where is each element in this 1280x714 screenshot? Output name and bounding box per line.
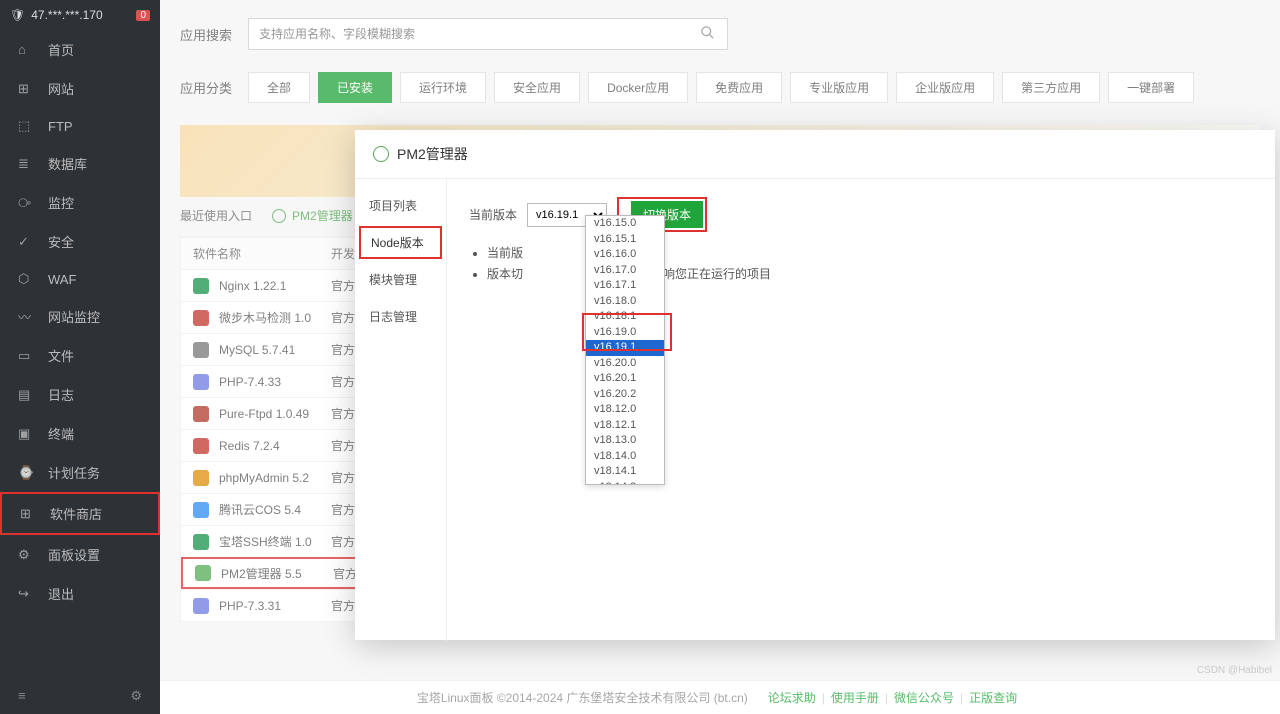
pm2-modal: PM2管理器 项目列表Node版本模块管理日志管理 当前版本 v16.19.1 … bbox=[355, 130, 1275, 640]
sidebar-item-2[interactable]: ⬚FTP bbox=[0, 108, 160, 144]
sidebar-item-13[interactable]: ⚙面板设置 bbox=[0, 535, 160, 574]
sidebar-icon: ⬡ bbox=[18, 271, 34, 287]
version-option[interactable]: v18.12.0 bbox=[586, 402, 664, 418]
version-option[interactable]: v18.14.1 bbox=[586, 464, 664, 480]
sidebar-icon: ⚙ bbox=[18, 547, 34, 563]
version-option[interactable]: v16.18.0 bbox=[586, 294, 664, 310]
sidebar-item-6[interactable]: ⬡WAF bbox=[0, 261, 160, 297]
sidebar-item-4[interactable]: ⧂监控 bbox=[0, 183, 160, 222]
pm2-icon bbox=[373, 146, 389, 162]
version-option[interactable]: v18.13.0 bbox=[586, 433, 664, 449]
collapse-icon[interactable]: ≡ bbox=[18, 688, 26, 704]
version-option[interactable]: v18.14.0 bbox=[586, 449, 664, 465]
modal-nav-2[interactable]: 模块管理 bbox=[355, 261, 446, 298]
version-option[interactable]: v18.12.1 bbox=[586, 418, 664, 434]
sidebar-icon: ⌚ bbox=[18, 465, 34, 481]
sidebar-item-0[interactable]: ⌂首页 bbox=[0, 30, 160, 69]
sidebar-item-3[interactable]: ≣数据库 bbox=[0, 144, 160, 183]
sidebar-item-7[interactable]: 〰网站监控 bbox=[0, 297, 160, 336]
current-version-label: 当前版本 bbox=[469, 206, 527, 223]
sidebar-icon: ⊞ bbox=[20, 506, 36, 522]
sidebar-item-14[interactable]: ↪退出 bbox=[0, 574, 160, 613]
sidebar-icon: ✓ bbox=[18, 234, 34, 250]
version-option[interactable]: v16.19.1 bbox=[586, 340, 664, 356]
modal-nav-1[interactable]: Node版本 bbox=[359, 226, 442, 259]
version-option[interactable]: v16.20.2 bbox=[586, 387, 664, 403]
version-option[interactable]: v18.14.2 bbox=[586, 480, 664, 486]
sidebar-icon: 〰 bbox=[18, 307, 34, 326]
sidebar-icon: ⌂ bbox=[18, 42, 34, 57]
sidebar-item-11[interactable]: ⌚计划任务 bbox=[0, 453, 160, 492]
sidebar-icon: ⊞ bbox=[18, 81, 34, 97]
host-ip: 47.***.***.170 bbox=[31, 8, 102, 22]
modal-nav-0[interactable]: 项目列表 bbox=[355, 187, 446, 224]
modal-nav-3[interactable]: 日志管理 bbox=[355, 298, 446, 335]
sidebar: 🛡 47.***.***.170 0 ⌂首页⊞网站⬚FTP≣数据库⧂监控✓安全⬡… bbox=[0, 0, 160, 714]
notification-badge[interactable]: 0 bbox=[136, 10, 150, 21]
sidebar-item-5[interactable]: ✓安全 bbox=[0, 222, 160, 261]
sidebar-item-10[interactable]: ▣终端 bbox=[0, 414, 160, 453]
version-option[interactable]: v16.20.1 bbox=[586, 371, 664, 387]
version-dropdown-list[interactable]: v16.15.0v16.15.1v16.16.0v16.17.0v16.17.1… bbox=[585, 215, 665, 485]
sidebar-item-9[interactable]: ▤日志 bbox=[0, 375, 160, 414]
version-option[interactable]: v16.17.0 bbox=[586, 263, 664, 279]
sidebar-icon: ▤ bbox=[18, 387, 34, 403]
version-option[interactable]: v16.17.1 bbox=[586, 278, 664, 294]
version-option[interactable]: v16.15.0 bbox=[586, 216, 664, 232]
host-ip-row: 🛡 47.***.***.170 0 bbox=[0, 0, 160, 30]
sidebar-icon: ▣ bbox=[18, 426, 34, 442]
sidebar-icon: ⧂ bbox=[18, 195, 34, 211]
version-option[interactable]: v16.15.1 bbox=[586, 232, 664, 248]
version-option[interactable]: v16.19.0 bbox=[586, 325, 664, 341]
modal-content: 当前版本 v16.19.1 切换版本 当前版 版本切本后可能影响您正在运行的项目… bbox=[447, 179, 1275, 641]
settings-gear-icon[interactable]: ⚙ bbox=[130, 688, 142, 704]
sidebar-icon: ≣ bbox=[18, 156, 34, 172]
modal-header: PM2管理器 bbox=[355, 130, 1275, 179]
version-option[interactable]: v16.18.1 bbox=[586, 309, 664, 325]
sidebar-icon: ⬚ bbox=[18, 118, 34, 134]
sidebar-icon: ▭ bbox=[18, 348, 34, 364]
sidebar-item-8[interactable]: ▭文件 bbox=[0, 336, 160, 375]
version-option[interactable]: v16.16.0 bbox=[586, 247, 664, 263]
sidebar-item-12[interactable]: ⊞软件商店 bbox=[0, 492, 160, 535]
sidebar-item-1[interactable]: ⊞网站 bbox=[0, 69, 160, 108]
modal-title: PM2管理器 bbox=[397, 144, 468, 164]
shield-icon: 🛡 bbox=[10, 8, 25, 22]
modal-side-nav: 项目列表Node版本模块管理日志管理 bbox=[355, 179, 447, 641]
sidebar-icon: ↪ bbox=[18, 586, 34, 602]
version-option[interactable]: v16.20.0 bbox=[586, 356, 664, 372]
sidebar-footer: ≡ ⚙ bbox=[0, 678, 160, 714]
